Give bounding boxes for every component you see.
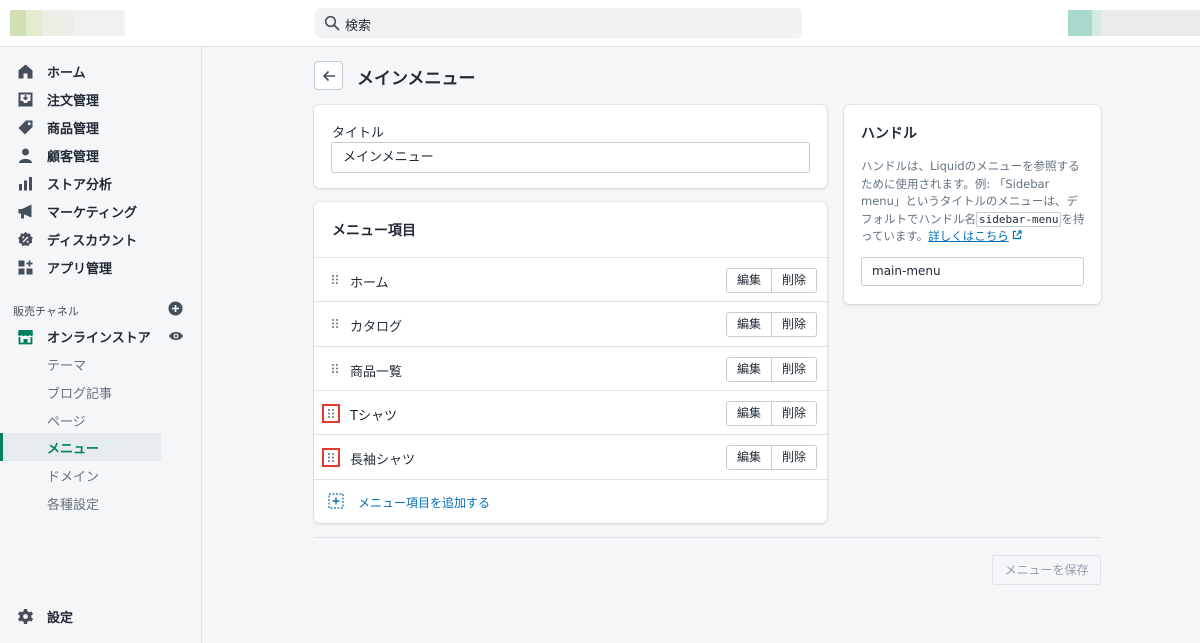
sidebar-item-label: 顧客管理 [47,149,100,165]
eye-icon[interactable] [168,329,184,343]
menu-items-card: メニュー項目 ホーム 編集 削除 カタログ 編集 削除 商品一覧 編集 削除 Tシャツ… [314,202,827,523]
orders-icon [18,92,33,106]
discount-icon [18,231,33,246]
sub-item-label: 各種設定 [47,497,100,513]
add-menu-item-label: メニュー項目を追加する [358,496,491,510]
store-icon [18,329,33,344]
handle-input[interactable]: main-menu [861,257,1084,286]
menu-item-row: カタログ 編集 削除 [314,301,827,346]
sidebar-sub-menus[interactable]: メニュー [0,433,161,461]
drag-handle-icon[interactable] [329,273,343,289]
title-label: タイトル [332,126,385,141]
sub-item-label: ブログ記事 [47,386,113,402]
sub-item-label: メニュー [47,441,100,457]
sidebar-item-label: マーケティング [47,205,137,221]
sidebar-item-label: ディスカウント [47,233,138,249]
drag-handle-icon[interactable] [322,448,340,467]
edit-button[interactable]: 編集 [726,445,773,470]
edit-button[interactable]: 編集 [726,401,773,426]
sidebar-item-label: オンラインストア [47,330,151,346]
sub-item-label: ページ [47,414,86,430]
title-card: タイトル メインメニュー [314,105,827,188]
search-placeholder: 検索 [345,19,372,34]
menu-item-row: ホーム 編集 削除 [314,257,827,302]
menu-item-row: 商品一覧 編集 削除 [314,346,827,391]
sidebar-item-label: 設定 [47,610,74,626]
sub-item-label: テーマ [47,358,87,374]
edit-button[interactable]: 編集 [726,268,773,293]
delete-button[interactable]: 削除 [771,357,818,382]
sidebar-sub-blog[interactable]: ブログ記事 [0,378,161,406]
learn-more-link[interactable]: 詳しくはこちら [928,229,1009,243]
sidebar-item-label: 商品管理 [47,121,100,137]
menu-item-name: カタログ [350,320,403,335]
delete-button[interactable]: 削除 [771,268,818,293]
sidebar-item-label: ホーム [47,65,86,81]
sidebar-sub-themes[interactable]: テーマ [0,350,161,378]
sidebar-item-online-store[interactable]: オンラインストア [0,322,202,350]
menu-item-name: 長袖シャツ [350,453,416,468]
add-menu-item-button[interactable]: メニュー項目を追加する [314,479,827,523]
handle-card: ハンドル ハンドルは、Liquidのメニューを参照するために使用されます。例: … [844,105,1101,304]
sidebar-item-analytics[interactable]: ストア分析 [0,169,202,197]
external-link-icon [1012,230,1022,240]
tag-icon [18,120,33,134]
account-menu[interactable] [1068,10,1200,36]
sales-channels-label: 販売チャネル [13,305,79,318]
sidebar-item-orders[interactable]: 注文管理 [0,85,202,113]
title-input[interactable]: メインメニュー [331,142,810,173]
delete-button[interactable]: 削除 [771,445,818,470]
top-bar: 検索 [0,0,1200,47]
sidebar: ホーム 注文管理 商品管理 顧客管理 ストア分析 マーケティング ディスカウント… [0,47,202,643]
menu-item-name: ホーム [350,276,389,291]
delete-button[interactable]: 削除 [771,401,818,426]
handle-description: ハンドルは、Liquidのメニューを参照するために使用されます。例: 「Side… [861,158,1089,246]
sidebar-item-home[interactable]: ホーム [0,57,202,85]
sidebar-item-discounts[interactable]: ディスカウント [0,225,202,253]
back-button[interactable] [314,61,343,90]
add-item-icon [328,493,344,509]
menu-items-heading: メニュー項目 [332,223,416,239]
sidebar-item-apps[interactable]: アプリ管理 [0,253,202,281]
menu-item-row: Tシャツ 編集 削除 [314,390,827,435]
page-title: メインメニュー [357,69,476,89]
add-channel-icon[interactable] [168,301,183,316]
active-indicator [0,433,3,461]
home-icon [18,64,33,78]
search-icon [324,15,340,31]
bar-chart-icon [19,176,32,190]
drag-handle-icon[interactable] [329,362,343,378]
edit-button[interactable]: 編集 [726,312,773,337]
sidebar-item-customers[interactable]: 顧客管理 [0,141,202,169]
edit-button[interactable]: 編集 [726,357,773,382]
sidebar-item-products[interactable]: 商品管理 [0,113,202,141]
store-logo[interactable] [10,10,125,36]
handle-heading: ハンドル [861,126,917,142]
person-icon [19,148,32,163]
sidebar-sub-pages[interactable]: ページ [0,406,161,434]
drag-handle-icon[interactable] [329,317,343,333]
drag-handle-icon[interactable] [322,404,340,423]
menu-item-name: 商品一覧 [350,365,403,380]
gear-icon [18,608,33,624]
handle-code: sidebar-menu [976,211,1062,227]
sidebar-item-settings[interactable]: 設定 [0,602,202,630]
footer-divider [314,537,1101,538]
megaphone-icon [18,204,32,218]
menu-item-row: 長袖シャツ 編集 削除 [314,434,827,479]
menu-item-name: Tシャツ [350,409,397,424]
sidebar-sub-preferences[interactable]: 各種設定 [0,489,161,517]
sidebar-item-marketing[interactable]: マーケティング [0,197,202,225]
sub-item-label: ドメイン [47,469,100,485]
arrow-left-icon [322,70,335,82]
sidebar-item-label: 注文管理 [47,93,100,109]
sidebar-item-label: ストア分析 [47,177,113,193]
save-menu-button[interactable]: メニューを保存 [992,555,1101,585]
sidebar-sub-domains[interactable]: ドメイン [0,461,161,489]
sidebar-item-label: アプリ管理 [47,261,113,277]
apps-icon [18,260,33,274]
delete-button[interactable]: 削除 [771,312,818,337]
search-input[interactable]: 検索 [315,8,802,38]
